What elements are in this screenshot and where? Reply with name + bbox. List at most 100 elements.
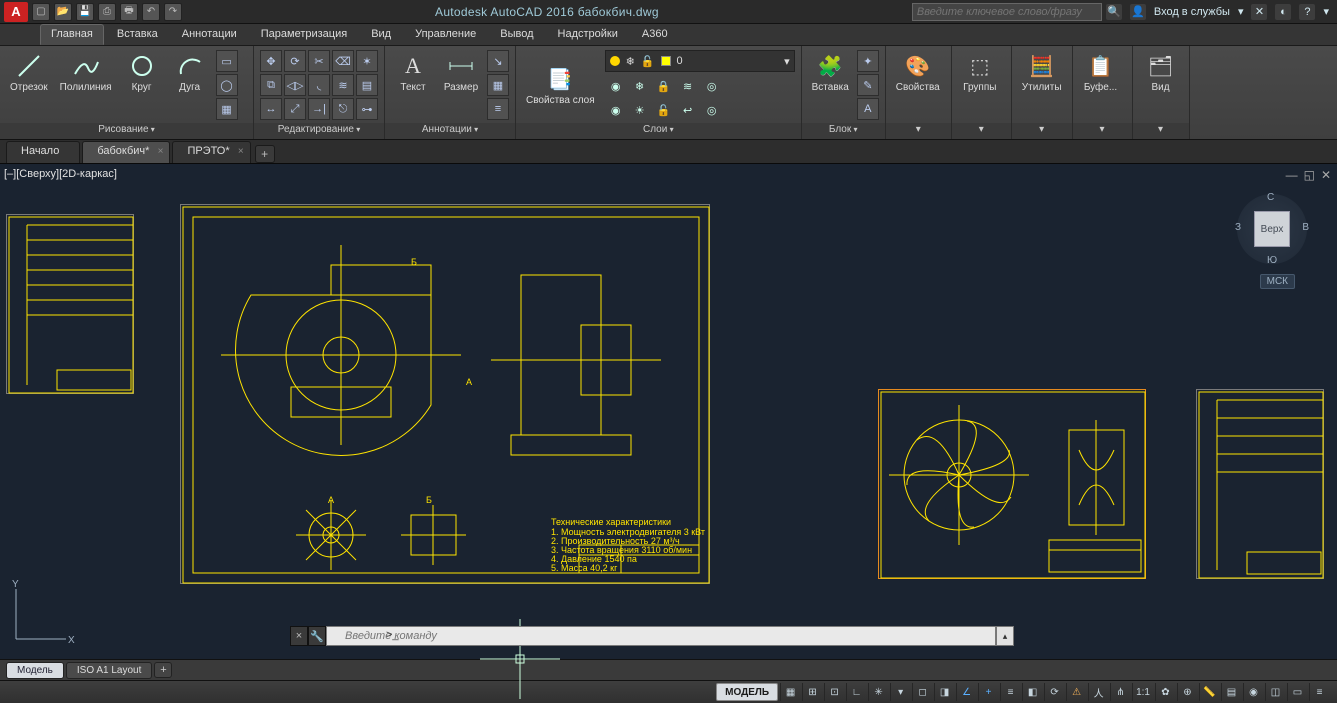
move-button[interactable]: ✥: [260, 50, 282, 72]
dyn-icon[interactable]: +: [978, 683, 998, 701]
mtext-button[interactable]: ≡: [487, 98, 509, 120]
close-icon[interactable]: ×: [238, 146, 244, 157]
stayconnected-icon[interactable]: ◐: [1275, 4, 1291, 20]
annoscale-button[interactable]: 人: [1088, 683, 1108, 701]
panel-draw-title[interactable]: Рисование: [98, 124, 155, 135]
layer-freeze-button[interactable]: ❄: [629, 75, 651, 97]
layer-lock-button[interactable]: 🔒: [653, 75, 675, 97]
workspace-icon[interactable]: ✿: [1155, 683, 1175, 701]
line-button[interactable]: Отрезок: [6, 50, 52, 95]
osnap-icon[interactable]: ◻: [912, 683, 932, 701]
break-button[interactable]: ⎋: [332, 98, 354, 120]
doctab-other[interactable]: ПРЭТО*×: [172, 141, 250, 163]
create-block-button[interactable]: ✦: [857, 50, 879, 72]
close-icon[interactable]: ×: [158, 146, 164, 157]
layer-iso-button[interactable]: ◎: [701, 75, 723, 97]
cleanscreen-icon[interactable]: ▭: [1287, 683, 1307, 701]
command-input[interactable]: [326, 626, 996, 646]
qat-save-icon[interactable]: 💾: [76, 3, 94, 21]
panel-view-title[interactable]: ▾: [1133, 123, 1189, 139]
cycle-icon[interactable]: ⟳: [1044, 683, 1064, 701]
signin-label[interactable]: Вход в службы: [1154, 6, 1230, 18]
rect-button[interactable]: ▭: [216, 50, 238, 72]
layer-on-button[interactable]: ◉: [605, 99, 627, 121]
viewport-label[interactable]: [–][Сверху][2D-каркас]: [4, 168, 117, 180]
stretch-button[interactable]: ↔: [260, 98, 282, 120]
grid-icon[interactable]: ▦: [780, 683, 800, 701]
new-layout-button[interactable]: +: [154, 662, 172, 678]
viewcube-face[interactable]: Верх: [1254, 211, 1290, 247]
tab-parametric[interactable]: Параметризация: [250, 24, 358, 45]
signin-icon[interactable]: 👤: [1130, 4, 1146, 20]
erase-button[interactable]: ⌫: [332, 50, 354, 72]
layer-uniso-button[interactable]: ◎: [701, 99, 723, 121]
cmdline-close-icon[interactable]: ×: [290, 626, 308, 646]
3dosnap-icon[interactable]: ◨: [934, 683, 954, 701]
layer-dropdown[interactable]: ❄ 🔓 0 ▾: [605, 50, 795, 72]
extend-button[interactable]: →|: [308, 98, 330, 120]
dimension-button[interactable]: Размер: [439, 50, 483, 95]
cmdline-customize-icon[interactable]: 🔧: [308, 626, 326, 646]
transparency-icon[interactable]: ◧: [1022, 683, 1042, 701]
viewport-close-icon[interactable]: ✕: [1321, 168, 1331, 182]
hardware-icon[interactable]: ◉: [1243, 683, 1263, 701]
attr-block-button[interactable]: A: [857, 98, 879, 120]
tab-annotate[interactable]: Аннотации: [171, 24, 248, 45]
panel-groups-title[interactable]: ▾: [952, 123, 1011, 139]
leader-button[interactable]: ↘: [487, 50, 509, 72]
viewport-restore-icon[interactable]: ◱: [1304, 168, 1315, 182]
qat-open-icon[interactable]: 📂: [54, 3, 72, 21]
infer-icon[interactable]: ⊡: [824, 683, 844, 701]
array-button[interactable]: ▤: [356, 74, 378, 96]
tab-manage[interactable]: Управление: [404, 24, 487, 45]
help-icon[interactable]: ?: [1299, 4, 1315, 20]
tab-output[interactable]: Вывод: [489, 24, 544, 45]
properties-button[interactable]: 🎨 Свойства: [892, 50, 944, 95]
doctab-current[interactable]: бабокбич*×: [82, 141, 170, 163]
layout-iso-tab[interactable]: ISO A1 Layout: [66, 662, 153, 679]
search-icon[interactable]: 🔍: [1106, 4, 1122, 20]
insert-block-button[interactable]: 🧩 Вставка: [808, 50, 853, 95]
ortho-icon[interactable]: ∟: [846, 683, 866, 701]
polar-icon[interactable]: ✳: [868, 683, 888, 701]
otrack-icon[interactable]: ∠: [956, 683, 976, 701]
groups-button[interactable]: ⬚ Группы: [958, 50, 1002, 95]
qat-new-icon[interactable]: ▢: [32, 3, 50, 21]
panel-edit-title[interactable]: Редактирование: [278, 124, 360, 135]
scale-label[interactable]: 1:1: [1132, 683, 1153, 701]
qat-undo-icon[interactable]: ↶: [142, 3, 160, 21]
layer-match-button[interactable]: ≋: [677, 75, 699, 97]
exchange-icon[interactable]: ✕: [1251, 4, 1267, 20]
layer-unlock-button[interactable]: 🔓: [653, 99, 675, 121]
customize-icon[interactable]: ≡: [1309, 683, 1329, 701]
panel-layers-title[interactable]: Слои: [643, 124, 674, 135]
scale-button[interactable]: ⤢: [284, 98, 306, 120]
view-button[interactable]: 🗂 Вид: [1139, 50, 1183, 95]
panel-utilities-title[interactable]: ▾: [1012, 123, 1072, 139]
polyline-button[interactable]: Полилиния: [56, 50, 116, 95]
cmdline-history-icon[interactable]: ▴: [996, 626, 1014, 646]
annovis-icon[interactable]: ⋔: [1110, 683, 1130, 701]
ellipse-button[interactable]: ◯: [216, 74, 238, 96]
layer-thaw-button[interactable]: ☀: [629, 99, 651, 121]
annomon-icon[interactable]: ⚠: [1066, 683, 1086, 701]
tab-insert[interactable]: Вставка: [106, 24, 169, 45]
app-logo-icon[interactable]: A: [4, 2, 28, 22]
fillet-button[interactable]: ◟: [308, 74, 330, 96]
ucs-label[interactable]: МСК: [1260, 274, 1295, 289]
trim-button[interactable]: ✂: [308, 50, 330, 72]
offset-button[interactable]: ≋: [332, 74, 354, 96]
table-button[interactable]: ▦: [487, 74, 509, 96]
edit-block-button[interactable]: ✎: [857, 74, 879, 96]
copy-button[interactable]: ⧉: [260, 74, 282, 96]
drawing-canvas[interactable]: [–][Сверху][2D-каркас] — ◱ ✕ Верх С Ю В …: [0, 164, 1337, 659]
viewcube[interactable]: Верх С Ю В З: [1237, 194, 1307, 264]
quickprops-icon[interactable]: ▤: [1221, 683, 1241, 701]
explode-button[interactable]: ✶: [356, 50, 378, 72]
panel-annotate-title[interactable]: Аннотации: [422, 124, 478, 135]
mirror-button[interactable]: ◁▷: [284, 74, 306, 96]
infocenter-search-input[interactable]: [912, 3, 1102, 21]
panel-properties-title[interactable]: ▾: [886, 123, 951, 139]
qat-redo-icon[interactable]: ↷: [164, 3, 182, 21]
arc-button[interactable]: Дуга: [168, 50, 212, 95]
